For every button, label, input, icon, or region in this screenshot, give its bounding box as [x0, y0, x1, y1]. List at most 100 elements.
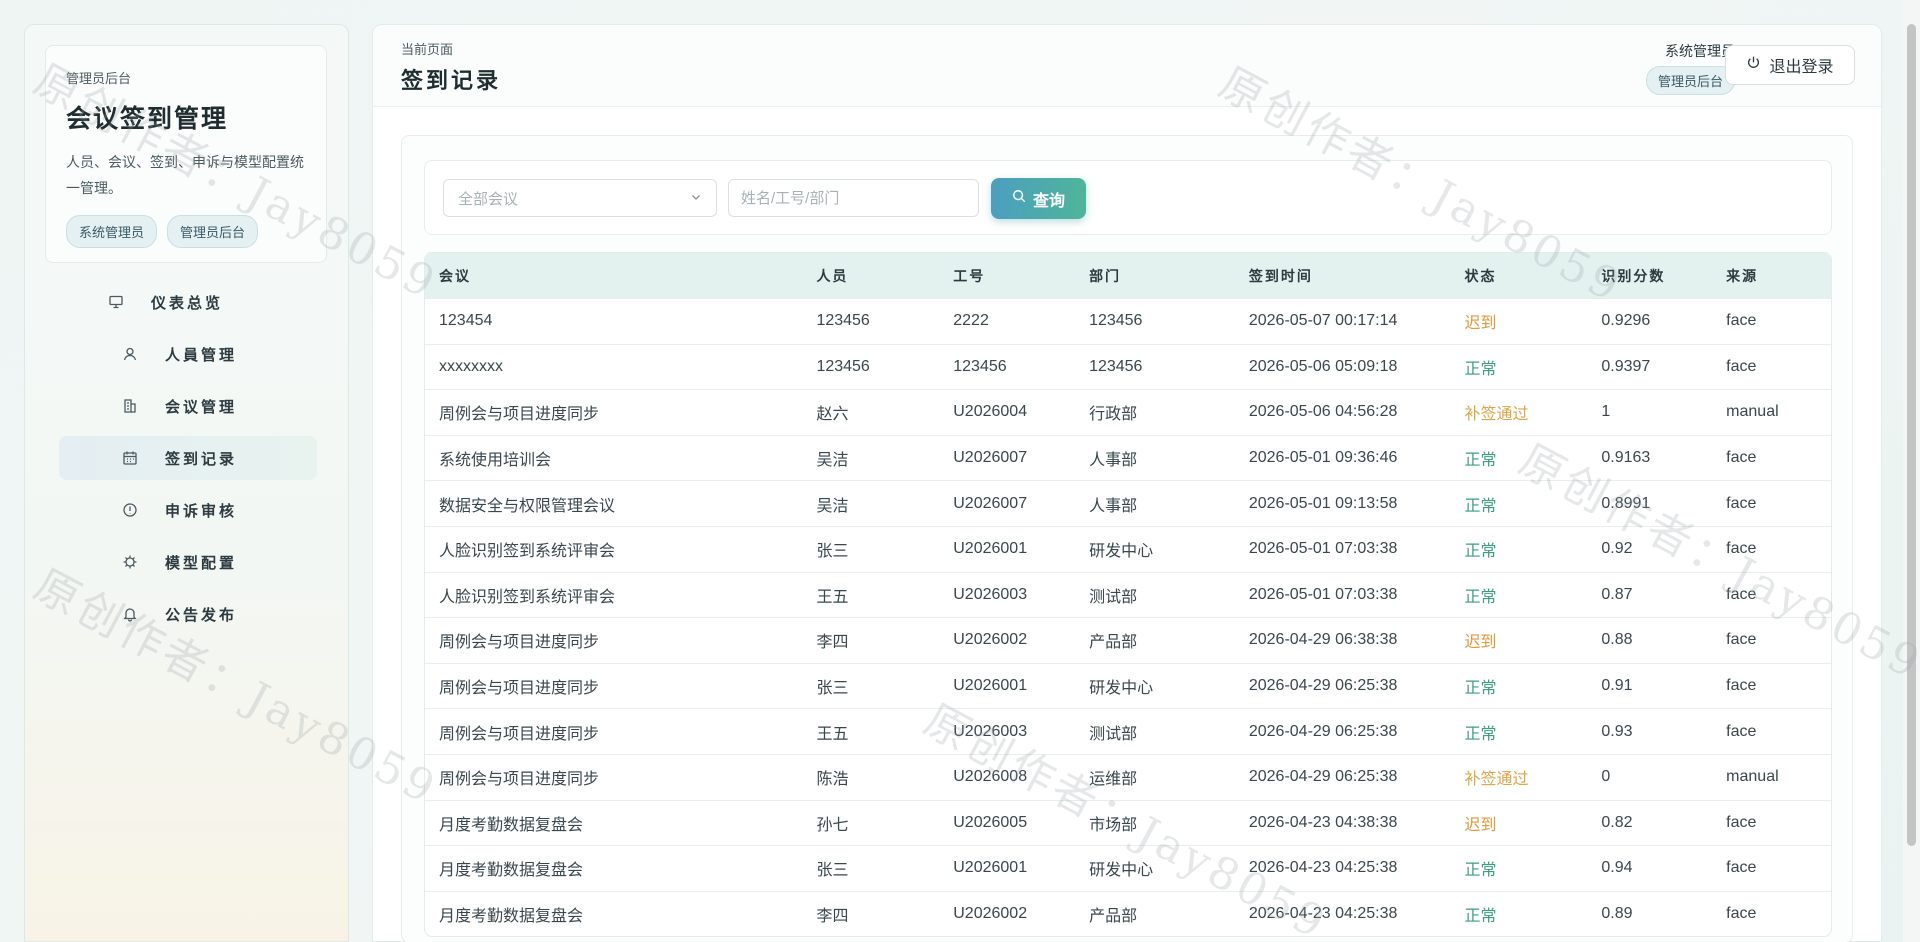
- table-row[interactable]: 月度考勤数据复盘会 李四 U2026002 产品部 2026-04-23 04:25:3…: [425, 890, 1831, 937]
- sidebar-item-model-config[interactable]: 模型配置: [59, 540, 317, 584]
- table-cell: 2026-05-06 05:09:18: [1248, 357, 1398, 375]
- meeting-select[interactable]: 全部会议: [443, 179, 717, 217]
- table-cell: 周例会与项目进度同步: [439, 680, 600, 698]
- table-cell: 123456: [1089, 357, 1143, 375]
- role-chips: 系统管理员 管理员后台: [66, 215, 306, 248]
- sidebar-item-label: 签到记录: [165, 449, 238, 468]
- table-row[interactable]: 月度考勤数据复盘会 张三 U2026001 研发中心 2026-04-23 04:25:…: [425, 845, 1831, 891]
- table-cell: U2026007: [953, 449, 1028, 467]
- column-header: 状态: [1464, 268, 1497, 285]
- table-row[interactable]: 周例会与项目进度同步 赵六 U2026004 行政部 2026-05-06 04:56:…: [425, 389, 1831, 435]
- search-input[interactable]: [728, 179, 979, 217]
- table-row[interactable]: 人脸识别签到系统评审会 张三 U2026001 研发中心 2026-05-01 07:0…: [425, 525, 1831, 572]
- sidebar-item-dashboard[interactable]: 仪表总览: [59, 280, 317, 324]
- brand-description: 人员、会议、签到、申诉与模型配置统一管理。: [66, 154, 304, 196]
- table-cell: U2026008: [953, 768, 1028, 786]
- status-cell: 正常: [1464, 497, 1497, 515]
- logout-button[interactable]: 退出登录: [1725, 45, 1855, 85]
- column-header: 签到时间: [1248, 268, 1313, 285]
- table-cell: 测试部: [1089, 725, 1138, 743]
- table-cell: 张三: [816, 862, 849, 880]
- sidebar-item-meetings[interactable]: 会议管理: [59, 384, 317, 428]
- user-icon: [121, 345, 139, 363]
- sidebar-item-label: 申诉审核: [165, 501, 238, 520]
- table-cell: 2026-04-23 04:25:38: [1248, 905, 1398, 923]
- sidebar-item-people[interactable]: 人員管理: [59, 332, 317, 376]
- table-cell: 月度考勤数据复盘会: [439, 816, 584, 834]
- page-header: 当前页面 签到记录 系统管理员 管理员后台 退出登录: [373, 25, 1881, 107]
- records-panel: 全部会议 查询 会议 人员 工号 部门 签到时间 状态 识别分数: [401, 135, 1853, 942]
- table-cell: 0.91: [1601, 677, 1633, 695]
- table-row[interactable]: 周例会与项目进度同步 王五 U2026003 测试部 2026-04-29 06:25:…: [425, 708, 1831, 754]
- query-button[interactable]: 查询: [991, 178, 1086, 219]
- table-cell: 2026-05-01 09:13:58: [1248, 494, 1398, 512]
- table-row[interactable]: 周例会与项目进度同步 李四 U2026002 产品部 2026-04-29 06:38:…: [425, 617, 1831, 663]
- table-cell: face: [1726, 722, 1757, 740]
- search-icon: [1012, 189, 1026, 208]
- table-cell: 0.88: [1601, 631, 1633, 649]
- table-body: 123454 123456 2222 123456 2026-05-07 00:17:1…: [425, 298, 1831, 936]
- table-cell: 2026-04-29 06:38:38: [1248, 631, 1398, 649]
- sidebar: 管理员后台 会议签到管理 人员、会议、签到、申诉与模型配置统一管理。 系统管理员…: [24, 24, 349, 942]
- sidebar-item-label: 会议管理: [165, 397, 238, 416]
- column-header: 会议: [439, 268, 471, 285]
- sidebar-item-checkin-records[interactable]: 签到记录: [59, 436, 317, 480]
- table-row[interactable]: xxxxxxxx 123456 123456 123456 2026-05-06 05:…: [425, 343, 1831, 390]
- table-cell: 2026-05-07 00:17:14: [1248, 312, 1398, 330]
- table-cell: 周例会与项目进度同步: [439, 725, 600, 743]
- page-scrollbar-thumb[interactable]: [1907, 24, 1916, 846]
- table-cell: 测试部: [1089, 588, 1138, 606]
- presentation-icon: [107, 293, 125, 311]
- table-cell: 产品部: [1089, 634, 1138, 652]
- table-cell: 研发中心: [1089, 862, 1154, 880]
- role-chip: 系统管理员: [66, 215, 158, 248]
- column-header: 部门: [1089, 268, 1122, 285]
- meeting-select-value: 全部会议: [458, 190, 519, 208]
- table-cell: 人脸识别签到系统评审会: [439, 543, 616, 561]
- status-cell: 正常: [1464, 680, 1497, 698]
- sidebar-item-appeals[interactable]: 申诉审核: [59, 488, 317, 532]
- table-row[interactable]: 123454 123456 2222 123456 2026-05-07 00:17:1…: [425, 298, 1831, 344]
- column-header: 来源: [1726, 268, 1759, 285]
- brand-subtitle: 管理员后台: [66, 71, 132, 86]
- filter-bar: 全部会议 查询: [424, 160, 1832, 235]
- table-cell: 人事部: [1089, 452, 1138, 470]
- table-cell: face: [1726, 357, 1757, 375]
- table-row[interactable]: 人脸识别签到系统评审会 王五 U2026003 测试部 2026-05-01 07:03…: [425, 571, 1831, 618]
- status-cell: 补签通过: [1464, 771, 1529, 789]
- main-content: 当前页面 签到记录 系统管理员 管理员后台 退出登录 全部会议 姓名/工号/部门…: [372, 24, 1882, 942]
- table-row[interactable]: 周例会与项目进度同步 张三 U2026001 研发中心 2026-04-29 06:25…: [425, 662, 1831, 709]
- table-cell: 0.82: [1601, 813, 1633, 831]
- table-row[interactable]: 数据安全与权限管理会议 吴洁 U2026007 人事部 2026-05-01 09:13…: [425, 480, 1831, 526]
- table-cell: U2026007: [953, 494, 1028, 512]
- table-cell: 研发中心: [1089, 680, 1154, 698]
- status-cell: 正常: [1464, 588, 1497, 606]
- table-cell: 2026-04-29 06:25:38: [1248, 677, 1398, 695]
- table-cell: 月度考勤数据复盘会: [439, 908, 584, 926]
- table-cell: 月度考勤数据复盘会: [439, 862, 584, 880]
- sidebar-item-label: 公告发布: [165, 605, 238, 624]
- table-row[interactable]: 月度考勤数据复盘会 孙七 U2026005 市场部 2026-04-23 04:38:3…: [425, 799, 1831, 846]
- table-cell: 2026-04-29 06:25:38: [1248, 768, 1398, 786]
- table-cell: face: [1726, 494, 1757, 512]
- table-row[interactable]: 周例会与项目进度同步 陈浩 U2026008 运维部 2026-04-29 06:25:…: [425, 753, 1831, 800]
- table-cell: 0.8991: [1601, 494, 1651, 512]
- table-cell: 0.89: [1601, 905, 1633, 923]
- table-cell: 2026-04-23 04:25:38: [1248, 859, 1398, 877]
- table-cell: face: [1726, 905, 1757, 923]
- table-cell: 123454: [439, 312, 493, 330]
- table-cell: 123456: [1089, 312, 1143, 330]
- table-cell: 123456: [816, 357, 870, 375]
- column-header: 识别分数: [1601, 268, 1666, 285]
- table-header: 会议 人员 工号 部门 签到时间 状态 识别分数 来源: [425, 253, 1831, 298]
- table-cell: 吴洁: [816, 497, 849, 515]
- table-cell: 人脸识别签到系统评审会: [439, 588, 616, 606]
- column-header: 工号: [953, 268, 986, 285]
- table-cell: face: [1726, 677, 1757, 695]
- table-cell: manual: [1726, 403, 1779, 421]
- chevron-down-icon: [690, 190, 702, 207]
- table-cell: face: [1726, 312, 1757, 330]
- brand-title: 会议签到管理: [66, 104, 229, 133]
- table-row[interactable]: 系统使用培训会 吴洁 U2026007 人事部 2026-05-01 09:36:46 正…: [425, 434, 1831, 481]
- sidebar-item-announcements[interactable]: 公告发布: [59, 592, 317, 636]
